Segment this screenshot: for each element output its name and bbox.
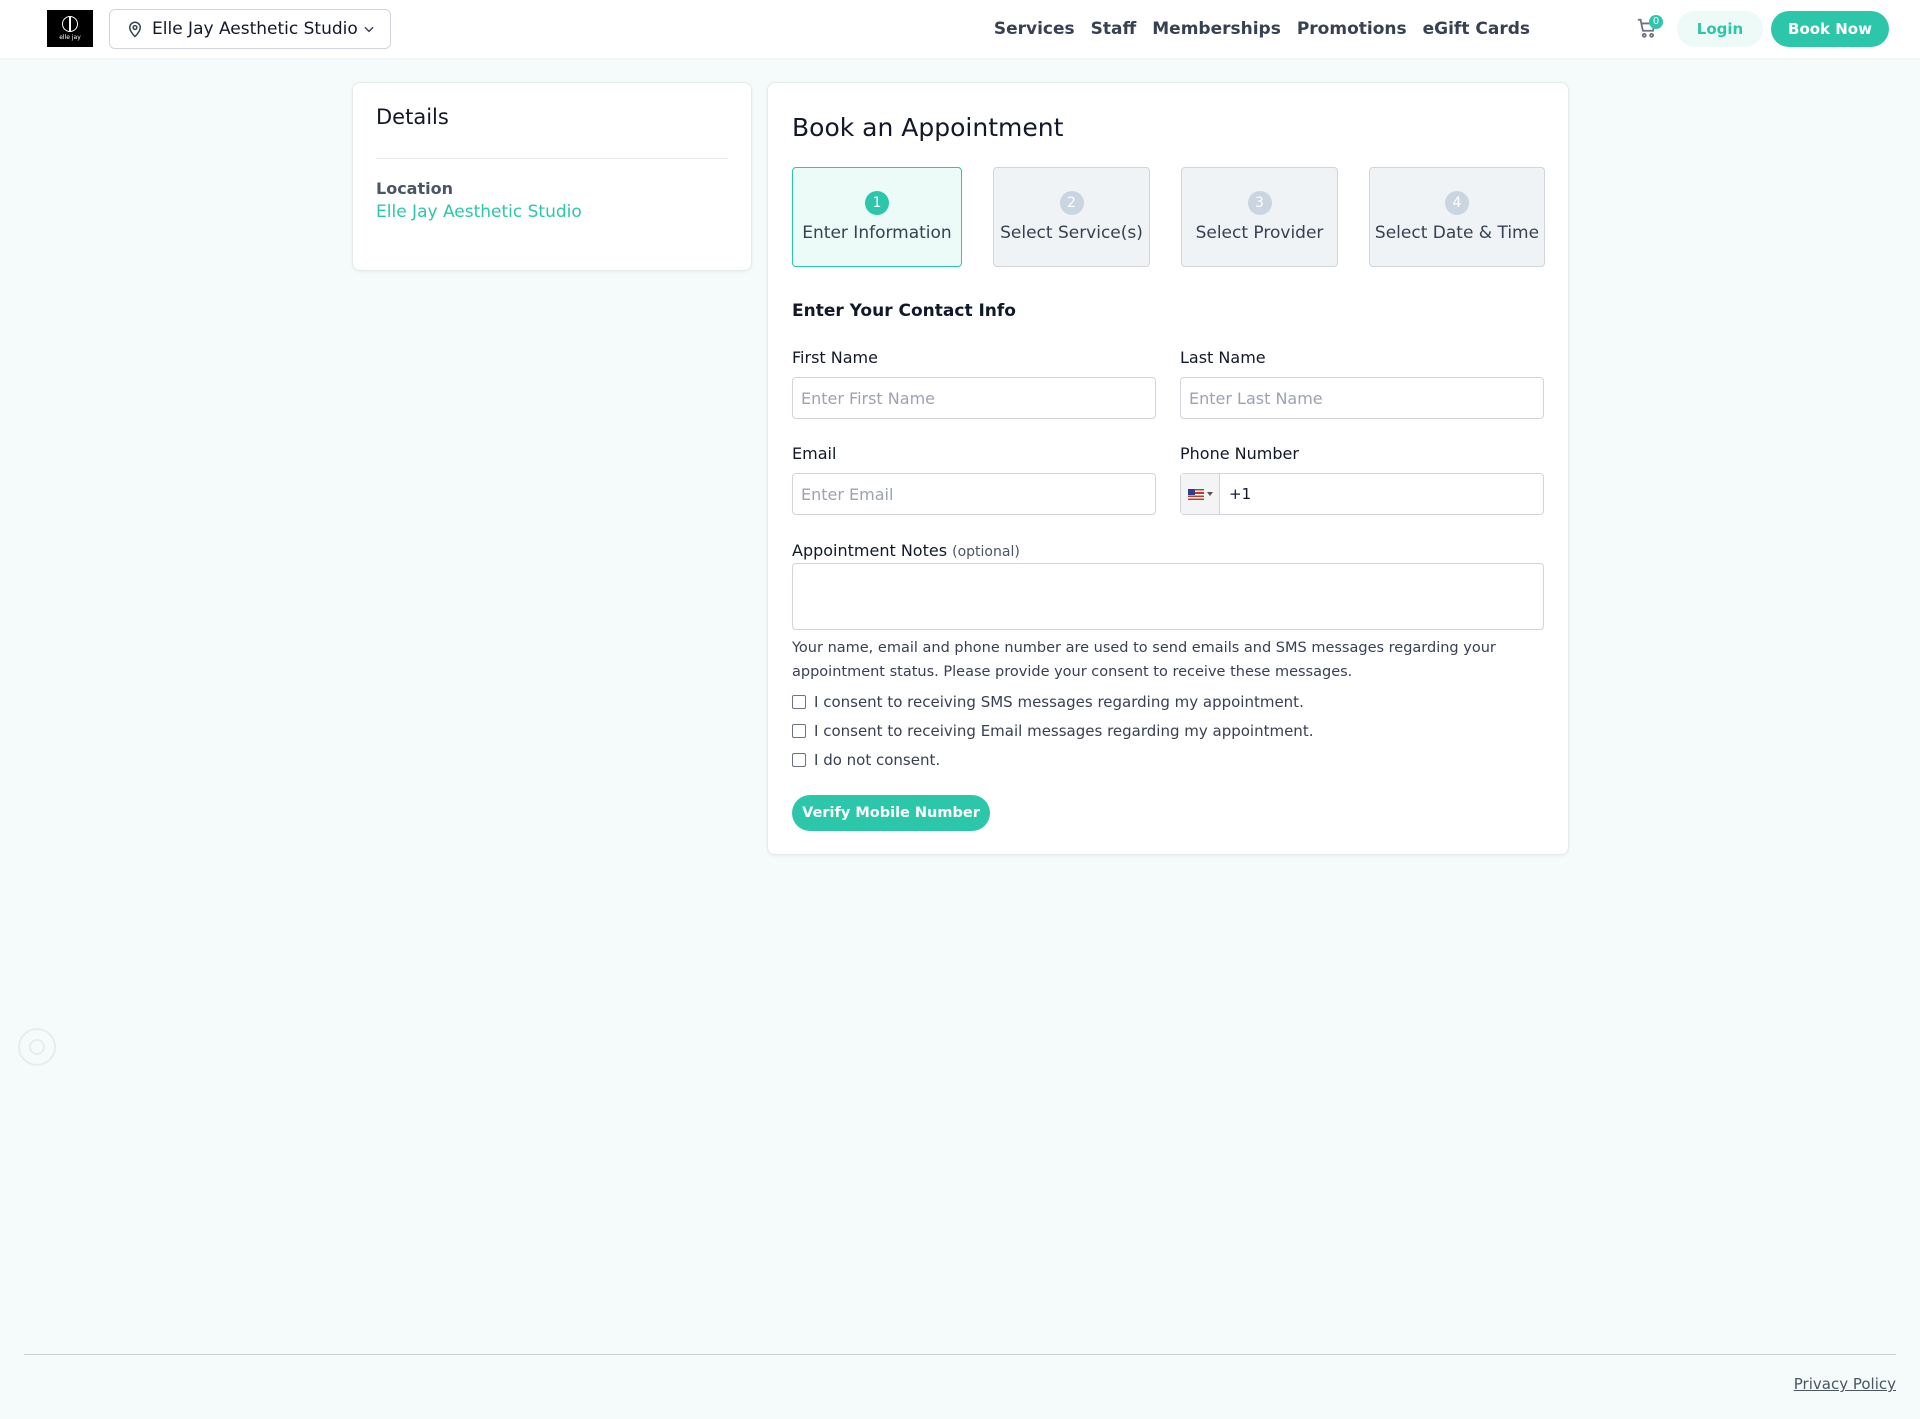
top-navigation-bar: elle jay Elle Jay Aesthetic Studio Servi…	[0, 0, 1920, 58]
no-consent-label: I do not consent.	[814, 751, 941, 769]
email-input[interactable]	[792, 473, 1156, 515]
logo-text: elle jay	[59, 34, 81, 41]
logo-mark-icon	[62, 16, 78, 32]
login-button[interactable]: Login	[1677, 11, 1763, 47]
notes-label: Appointment Notes (optional)	[792, 541, 1020, 560]
step-select-services[interactable]: 2 Select Service(s)	[993, 167, 1150, 267]
step-number: 2	[1059, 191, 1084, 215]
step-select-provider[interactable]: 3 Select Provider	[1181, 167, 1338, 267]
location-value: Elle Jay Aesthetic Studio	[376, 202, 582, 222]
cart-button[interactable]: 0	[1636, 15, 1663, 41]
contact-info-heading: Enter Your Contact Info	[792, 301, 1016, 321]
page-title: Book an Appointment	[792, 113, 1064, 142]
consent-email-row[interactable]: I consent to receiving Email messages re…	[792, 722, 1313, 740]
details-title: Details	[376, 105, 449, 129]
location-select[interactable]: Elle Jay Aesthetic Studio	[109, 9, 391, 49]
email-label: Email	[792, 444, 837, 463]
no-consent-row[interactable]: I do not consent.	[792, 751, 940, 769]
location-select-value: Elle Jay Aesthetic Studio	[152, 19, 358, 39]
step-label: Enter Information	[802, 223, 952, 243]
brand-logo[interactable]: elle jay	[47, 10, 93, 47]
nav-staff[interactable]: Staff	[1091, 19, 1137, 39]
notes-label-text: Appointment Notes	[792, 541, 948, 560]
consent-description: Your name, email and phone number are us…	[792, 640, 1496, 680]
step-select-date-time[interactable]: 4 Select Date & Time	[1369, 167, 1545, 267]
book-now-button[interactable]: Book Now	[1771, 11, 1889, 47]
phone-input[interactable]: +1	[1180, 473, 1544, 515]
privacy-policy-link[interactable]: Privacy Policy	[1794, 1375, 1896, 1393]
step-number: 4	[1445, 191, 1469, 215]
step-label: Select Provider	[1195, 223, 1324, 243]
main-nav: Services Staff Memberships Promotions eG…	[978, 0, 1530, 58]
step-label: Select Service(s)	[1000, 223, 1143, 243]
consent-sms-row[interactable]: I consent to receiving SMS messages rega…	[792, 693, 1304, 711]
step-enter-information[interactable]: 1 Enter Information	[792, 167, 962, 267]
step-number: 3	[1247, 191, 1272, 215]
no-consent-checkbox[interactable]	[792, 753, 806, 767]
nav-egift-cards[interactable]: eGift Cards	[1423, 19, 1530, 39]
cart-count-badge: 0	[1649, 15, 1663, 29]
us-flag-icon	[1187, 488, 1204, 500]
nav-services[interactable]: Services	[994, 19, 1075, 39]
last-name-label: Last Name	[1180, 348, 1266, 367]
step-number: 1	[865, 191, 889, 215]
step-label: Select Date & Time	[1374, 223, 1540, 243]
appointment-notes-textarea[interactable]	[792, 563, 1544, 630]
phone-country-code: +1	[1229, 485, 1252, 503]
location-label: Location	[376, 179, 453, 198]
footer-divider	[24, 1354, 1896, 1355]
map-pin-icon	[128, 21, 142, 38]
caret-down-icon	[1206, 492, 1213, 496]
first-name-label: First Name	[792, 348, 878, 367]
booking-card: Book an Appointment 1 Enter Information …	[767, 82, 1569, 855]
country-code-select[interactable]	[1181, 474, 1220, 514]
consent-sms-checkbox[interactable]	[792, 695, 806, 709]
nav-promotions[interactable]: Promotions	[1297, 19, 1407, 39]
consent-email-label: I consent to receiving Email messages re…	[814, 722, 1314, 740]
chevron-down-icon	[364, 26, 374, 33]
nav-memberships[interactable]: Memberships	[1152, 19, 1281, 39]
accessibility-icon[interactable]	[18, 1028, 56, 1066]
first-name-input[interactable]	[792, 377, 1156, 419]
phone-label: Phone Number	[1180, 444, 1299, 463]
verify-mobile-button[interactable]: Verify Mobile Number	[792, 795, 990, 831]
optional-hint: (optional)	[952, 544, 1020, 560]
last-name-input[interactable]	[1180, 377, 1544, 419]
divider	[376, 158, 728, 159]
consent-sms-label: I consent to receiving SMS messages rega…	[814, 693, 1304, 711]
details-card: Details Location Elle Jay Aesthetic Stud…	[352, 82, 752, 271]
consent-email-checkbox[interactable]	[792, 724, 806, 738]
